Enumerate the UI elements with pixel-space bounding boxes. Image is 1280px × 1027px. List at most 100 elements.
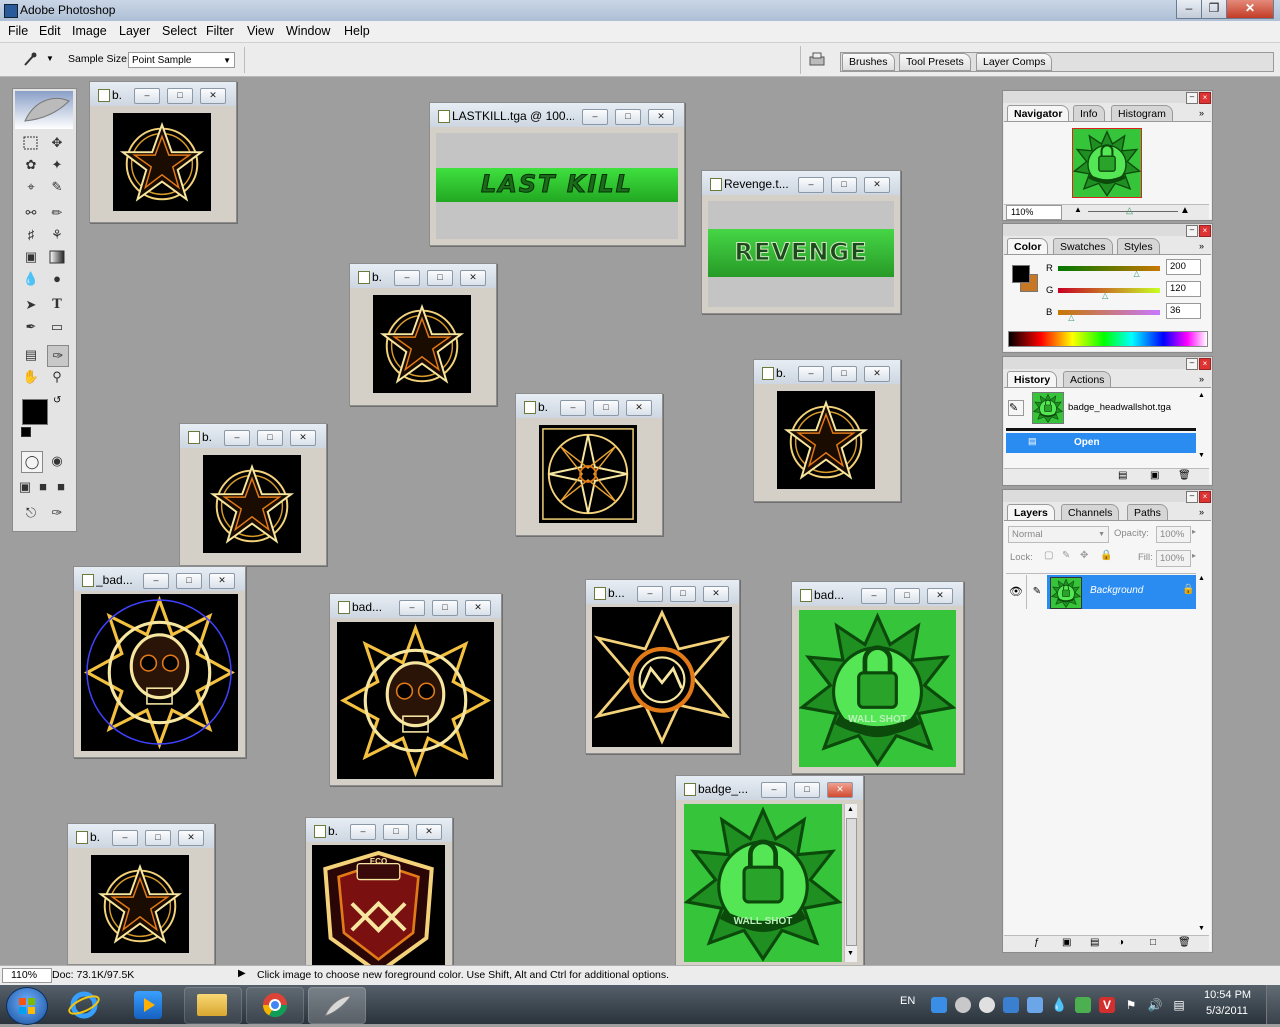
document-close-button[interactable]: ✕	[460, 270, 486, 286]
quick-mask-mode-icon[interactable]: ◉	[47, 451, 67, 471]
new-snapshot-icon[interactable]: ▣	[1150, 470, 1159, 481]
menu-layer[interactable]: Layer	[119, 21, 150, 38]
palette-close-button[interactable]: ×	[1199, 225, 1211, 237]
jump-to-imageready-icon[interactable]: ⎋	[21, 503, 41, 523]
foreground-color-chip[interactable]	[1012, 265, 1030, 283]
document-canvas[interactable]: WALL SHOT	[799, 610, 956, 767]
palette-menu-icon[interactable]: »	[1199, 374, 1204, 384]
blend-mode-select[interactable]: Normal ▼	[1008, 526, 1109, 543]
status-menu-arrow-icon[interactable]: ▶	[238, 968, 246, 979]
taskbar-date[interactable]: 5/3/2011	[1206, 1005, 1248, 1017]
show-desktop-button[interactable]	[1266, 985, 1280, 1024]
add-layer-style-icon[interactable]: ƒ	[1034, 937, 1040, 948]
document-maximize-button[interactable]: □	[831, 366, 857, 382]
swap-colors-icon[interactable]: ↺	[53, 395, 61, 406]
well-tab-brushes[interactable]: Brushes	[842, 53, 895, 71]
r-value-field[interactable]: 200	[1166, 259, 1201, 275]
lock-image-icon[interactable]: ✎	[1062, 550, 1070, 561]
document-window[interactable]: b. – □ ✕ ECO	[305, 817, 453, 967]
document-window[interactable]: LASTKILL.tga @ 100... – □ ✕ LAST KILL	[429, 102, 685, 246]
close-button[interactable]: ✕	[1226, 0, 1274, 19]
document-close-button[interactable]: ✕	[648, 109, 674, 125]
document-minimize-button[interactable]: –	[560, 400, 586, 416]
scroll-down-icon[interactable]: ▼	[1198, 925, 1205, 932]
dodge-tool-icon[interactable]: ●	[47, 269, 67, 289]
document-close-button[interactable]: ✕	[200, 88, 226, 104]
maximize-button[interactable]: ❐	[1201, 0, 1227, 19]
tab-color[interactable]: Color	[1007, 238, 1049, 255]
slice-tool-icon[interactable]: ✎	[47, 177, 67, 197]
document-canvas[interactable]	[91, 855, 189, 953]
g-slider[interactable]: △	[1058, 288, 1160, 300]
lock-position-icon[interactable]: ✥	[1080, 550, 1088, 561]
menu-window[interactable]: Window	[286, 21, 330, 38]
tray-sync-icon[interactable]	[931, 997, 947, 1013]
tab-swatches[interactable]: Swatches	[1053, 238, 1113, 255]
adobe-feather-logo[interactable]	[15, 91, 73, 129]
document-minimize-button[interactable]: –	[861, 588, 887, 604]
document-maximize-button[interactable]: □	[145, 830, 171, 846]
history-scrollbar[interactable]: ▲ ▼	[1198, 392, 1208, 462]
document-canvas[interactable]	[337, 622, 494, 779]
document-close-button[interactable]: ✕	[827, 782, 853, 798]
new-adjustment-layer-icon[interactable]: ◑	[1118, 937, 1124, 948]
palette-well-icon[interactable]	[808, 51, 826, 67]
document-canvas[interactable]	[777, 391, 875, 489]
palette-header[interactable]: – ×	[1003, 224, 1212, 237]
scroll-up-icon[interactable]: ▲	[1198, 392, 1205, 399]
tab-layers[interactable]: Layers	[1007, 504, 1055, 521]
trash-icon[interactable]: 🗑	[1178, 470, 1191, 481]
opacity-arrow-icon[interactable]: ▸	[1192, 527, 1196, 536]
b-slider[interactable]: △	[1058, 310, 1160, 322]
palette-header[interactable]: – ×	[1003, 490, 1212, 503]
menu-select[interactable]: Select	[162, 21, 197, 38]
zoom-slider-track[interactable]	[1088, 211, 1178, 212]
hand-tool-icon[interactable]: ✋	[21, 367, 41, 387]
palette-minimize-button[interactable]: –	[1186, 225, 1198, 237]
color-ramp-spectrum[interactable]	[1008, 331, 1208, 347]
document-close-button[interactable]: ✕	[465, 600, 491, 616]
document-canvas[interactable]	[113, 113, 211, 211]
document-canvas[interactable]: LAST KILL	[436, 168, 678, 202]
magic-wand-tool-icon[interactable]: ✦	[47, 155, 67, 175]
document-window[interactable]: bad... – □ ✕	[329, 593, 502, 786]
r-slider-thumb[interactable]: △	[1134, 269, 1140, 278]
document-minimize-button[interactable]: –	[798, 177, 824, 193]
document-canvas[interactable]	[81, 594, 238, 751]
document-window[interactable]: b. – □ ✕	[67, 823, 215, 965]
history-snapshot-row[interactable]: ✎ badge_headwallshot.tga	[1006, 390, 1196, 426]
r-slider[interactable]: △	[1058, 266, 1160, 278]
document-canvas[interactable]	[592, 607, 732, 747]
document-canvas[interactable]: ECO	[312, 845, 445, 966]
menu-image[interactable]: Image	[72, 21, 107, 38]
document-minimize-button[interactable]: –	[143, 573, 169, 589]
taskbar-chrome-button[interactable]	[246, 987, 304, 1024]
lock-all-icon[interactable]: 🔒	[1100, 550, 1112, 561]
palette-close-button[interactable]: ×	[1199, 92, 1211, 104]
document-maximize-button[interactable]: □	[383, 824, 409, 840]
default-colors-icon[interactable]	[21, 427, 31, 437]
palette-close-button[interactable]: ×	[1199, 358, 1211, 370]
minimize-button[interactable]: –	[1176, 0, 1202, 19]
b-slider-thumb[interactable]: △	[1068, 313, 1074, 322]
document-maximize-button[interactable]: □	[593, 400, 619, 416]
start-button[interactable]	[6, 987, 48, 1025]
palette-minimize-button[interactable]: –	[1186, 92, 1198, 104]
tab-actions[interactable]: Actions	[1063, 371, 1112, 388]
document-close-button[interactable]: ✕	[209, 573, 235, 589]
document-minimize-button[interactable]: –	[399, 600, 425, 616]
zoom-in-icon[interactable]: ▲	[1180, 205, 1190, 216]
crop-tool-icon[interactable]: ⌖	[21, 177, 41, 197]
tray-user-icon[interactable]	[1027, 997, 1043, 1013]
standard-mode-icon[interactable]: ◯	[21, 451, 43, 473]
gradient-tool-icon[interactable]	[47, 247, 67, 267]
tab-history[interactable]: History	[1007, 371, 1058, 388]
lock-transparent-icon[interactable]: ▢	[1044, 550, 1053, 561]
document-close-button[interactable]: ✕	[290, 430, 316, 446]
pen-tool-icon[interactable]: ✒	[21, 317, 41, 337]
taskbar-explorer-button[interactable]	[184, 987, 242, 1024]
tab-paths[interactable]: Paths	[1127, 504, 1168, 521]
document-title-bar[interactable]: b. – □ ✕	[754, 360, 900, 384]
document-close-button[interactable]: ✕	[416, 824, 442, 840]
document-title-bar[interactable]: b. – □ ✕	[350, 264, 496, 288]
